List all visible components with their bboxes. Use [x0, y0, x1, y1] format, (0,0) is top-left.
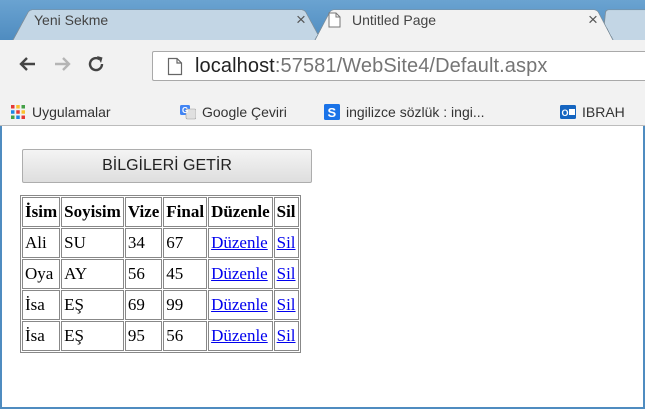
cell-soyisim: EŞ — [61, 321, 124, 351]
close-icon[interactable]: × — [294, 5, 308, 35]
delete-link[interactable]: Sil — [277, 326, 296, 345]
cell-isim: Oya — [22, 259, 61, 289]
cell-soyisim: SU — [61, 228, 124, 258]
reload-icon — [88, 56, 104, 72]
address-bar[interactable]: localhost:57581/WebSite4/Default.aspx — [152, 51, 645, 81]
bookmarks-bar: Uygulamalar G Google Çeviri S ingilizce … — [0, 98, 645, 126]
tab-strip: Yeni Sekme × Untitled Page × — [0, 0, 645, 41]
bookmark-label: Google Çeviri — [202, 104, 287, 120]
forward-button[interactable] — [50, 52, 74, 76]
delete-link[interactable]: Sil — [277, 295, 296, 314]
cell-isim: Ali — [22, 228, 61, 258]
delete-link[interactable]: Sil — [277, 233, 296, 252]
delete-link[interactable]: Sil — [277, 264, 296, 283]
arrow-right-icon — [55, 57, 71, 71]
cell-isim: İsa — [22, 290, 61, 320]
cell-isim: İsa — [22, 321, 61, 351]
cell-vize: 34 — [124, 228, 163, 258]
fetch-data-button[interactable]: BİLGİLERİ GETİR — [22, 149, 312, 183]
edit-link[interactable]: Düzenle — [211, 326, 268, 345]
bookmark-ibrah[interactable]: O IBRAH — [560, 102, 625, 122]
cell-final: 99 — [163, 290, 208, 320]
svg-text:S: S — [328, 105, 337, 120]
column-header-sil: Sil — [273, 197, 299, 227]
arrow-left-icon — [19, 57, 35, 71]
tab-untitled-page[interactable]: Untitled Page × — [314, 5, 614, 41]
cell-soyisim: EŞ — [61, 290, 124, 320]
cell-delete: Sil — [273, 228, 299, 258]
cell-vize: 69 — [124, 290, 163, 320]
cell-delete: Sil — [273, 290, 299, 320]
page-icon — [167, 57, 183, 76]
cell-delete: Sil — [273, 259, 299, 289]
cell-edit: Düzenle — [208, 228, 273, 258]
bookmark-label: IBRAH — [582, 104, 625, 120]
cell-edit: Düzenle — [208, 290, 273, 320]
back-button[interactable] — [16, 52, 40, 76]
edit-link[interactable]: Düzenle — [211, 295, 268, 314]
cell-vize: 95 — [124, 321, 163, 351]
edit-link[interactable]: Düzenle — [211, 264, 268, 283]
cell-delete: Sil — [273, 321, 299, 351]
tab-yeni-sekme[interactable]: Yeni Sekme × — [12, 5, 322, 41]
cell-edit: Düzenle — [208, 259, 273, 289]
reload-button[interactable] — [84, 52, 108, 76]
tab-title: Untitled Page — [352, 12, 437, 28]
table-row: İsa EŞ 95 56 Düzenle Sil — [22, 321, 299, 351]
cell-soyisim: AY — [61, 259, 124, 289]
cell-vize: 56 — [124, 259, 163, 289]
column-header-duzenle: Düzenle — [208, 197, 273, 227]
table-row: İsa EŞ 69 99 Düzenle Sil — [22, 290, 299, 320]
table-row: Oya AY 56 45 Düzenle Sil — [22, 259, 299, 289]
bookmark-ingilizce-sozluk[interactable]: S ingilizce sözlük : ingi... — [324, 102, 485, 122]
cell-final: 45 — [163, 259, 208, 289]
url-text: localhost:57581/WebSite4/Default.aspx — [195, 55, 547, 78]
browser-toolbar: localhost:57581/WebSite4/Default.aspx — [0, 40, 645, 98]
bookmark-label: Uygulamalar — [32, 104, 111, 120]
url-host: localhost — [195, 54, 275, 77]
cell-final: 67 — [163, 228, 208, 258]
apps-grid-icon — [11, 105, 25, 119]
edit-link[interactable]: Düzenle — [211, 233, 268, 252]
page-content: BİLGİLERİ GETİR İsim Soyisim Vize Final … — [0, 126, 645, 409]
url-path: :57581/WebSite4/Default.aspx — [274, 54, 548, 77]
column-header-vize: Vize — [124, 197, 163, 227]
bookmark-uygulamalar[interactable]: Uygulamalar — [10, 102, 111, 122]
cell-edit: Düzenle — [208, 321, 273, 351]
s-logo-icon: S — [324, 104, 340, 120]
close-icon[interactable]: × — [586, 5, 600, 35]
table-header-row: İsim Soyisim Vize Final Düzenle Sil — [22, 197, 299, 227]
column-header-final: Final — [163, 197, 208, 227]
table-row: Ali SU 34 67 Düzenle Sil — [22, 228, 299, 258]
cell-final: 56 — [163, 321, 208, 351]
outlook-icon: O — [560, 105, 576, 119]
tab-title: Yeni Sekme — [34, 12, 109, 28]
column-header-isim: İsim — [22, 197, 61, 227]
students-table: İsim Soyisim Vize Final Düzenle Sil Ali … — [20, 195, 301, 353]
bookmark-label: ingilizce sözlük : ingi... — [346, 104, 485, 120]
bookmark-google-ceviri[interactable]: G Google Çeviri — [180, 102, 287, 122]
svg-text:G: G — [182, 106, 188, 115]
google-translate-icon: G — [180, 105, 196, 120]
svg-text:O: O — [562, 108, 569, 118]
column-header-soyisim: Soyisim — [61, 197, 124, 227]
